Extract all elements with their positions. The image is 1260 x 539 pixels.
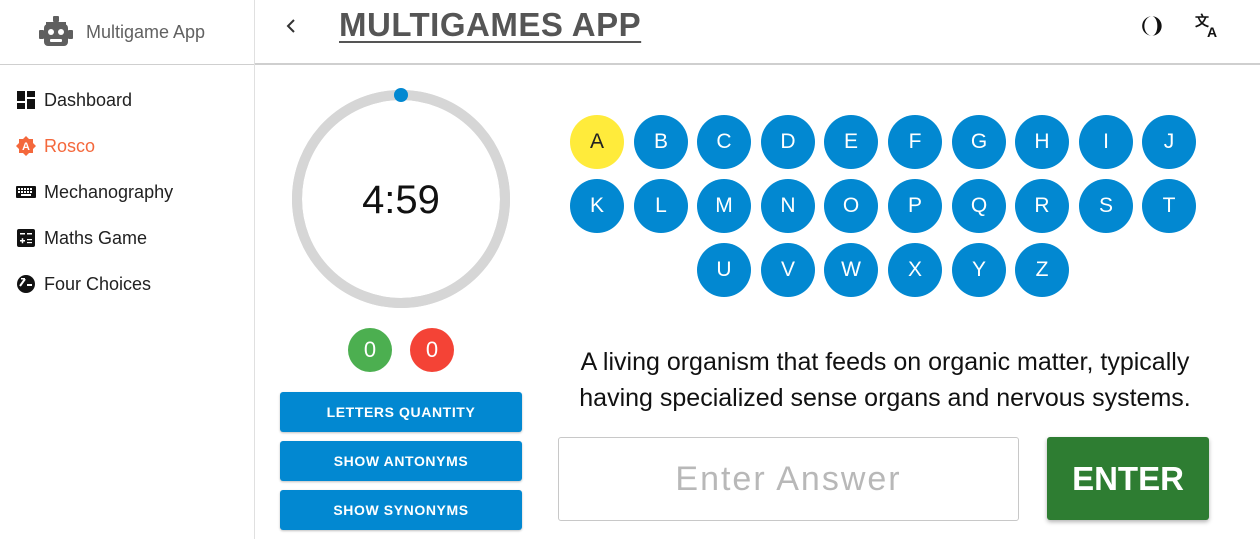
robot-logo-icon <box>39 16 73 46</box>
letter-m[interactable]: M <box>697 179 751 233</box>
sidebar-item-label: Four Choices <box>44 273 152 294</box>
letter-v[interactable]: V <box>761 243 815 297</box>
show-antonyms-button[interactable]: SHOW ANTONYMS <box>280 441 522 481</box>
letter-y[interactable]: Y <box>952 243 1006 297</box>
dark-mode-icon[interactable] <box>1140 13 1166 39</box>
letter-w[interactable]: W <box>824 243 878 297</box>
timer-knob <box>394 88 408 102</box>
letter-n[interactable]: N <box>761 179 815 233</box>
brand-name: Multigame App <box>86 21 206 42</box>
letter-o[interactable]: O <box>824 179 878 233</box>
rosco-icon: A <box>16 136 36 156</box>
sidebar-item-label: Mechanography <box>44 181 174 202</box>
letter-z[interactable]: Z <box>1015 243 1069 297</box>
correct-count-badge: 0 <box>348 328 392 372</box>
letter-a[interactable]: A <box>570 115 624 169</box>
letter-s[interactable]: S <box>1079 179 1133 233</box>
letter-p[interactable]: P <box>888 179 942 233</box>
letter-r[interactable]: R <box>1015 179 1069 233</box>
sidebar-nav: Dashboard A Rosco Mechanography Maths Ga… <box>0 65 254 307</box>
letter-g[interactable]: G <box>952 115 1006 169</box>
letter-t[interactable]: T <box>1142 179 1196 233</box>
letter-e[interactable]: E <box>824 115 878 169</box>
letter-h[interactable]: H <box>1015 115 1069 169</box>
svg-text:A: A <box>22 141 30 153</box>
sidebar-item-mechanography[interactable]: Mechanography <box>0 169 254 215</box>
sidebar-item-dashboard[interactable]: Dashboard <box>0 77 254 123</box>
svg-text:A: A <box>1207 24 1217 39</box>
wrong-count-badge: 0 <box>410 328 454 372</box>
letter-c[interactable]: C <box>697 115 751 169</box>
letter-l[interactable]: L <box>634 179 688 233</box>
page-title: MULTIGAMES APP <box>339 6 642 43</box>
show-synonyms-button[interactable]: SHOW SYNONYMS <box>280 490 522 530</box>
brand[interactable]: Multigame App <box>0 0 254 65</box>
timer-value: 4:59 <box>362 178 440 222</box>
letter-u[interactable]: U <box>697 243 751 297</box>
sidebar-item-label: Rosco <box>44 135 96 156</box>
letter-k[interactable]: K <box>570 179 624 233</box>
sidebar-item-label: Dashboard <box>44 89 133 110</box>
letter-d[interactable]: D <box>761 115 815 169</box>
letter-x[interactable]: X <box>888 243 942 297</box>
sidebar-item-label: Maths Game <box>44 227 148 248</box>
sidebar-item-maths-game[interactable]: Maths Game <box>0 215 254 261</box>
choices-icon <box>16 274 36 294</box>
letter-j[interactable]: J <box>1142 115 1196 169</box>
letter-q[interactable]: Q <box>952 179 1006 233</box>
answer-input[interactable] <box>558 437 1019 521</box>
top-bar: MULTIGAMES APP 文 A <box>255 0 1260 65</box>
definition-text: A living organism that feeds on organic … <box>579 348 1191 412</box>
sidebar-item-rosco[interactable]: A Rosco <box>0 123 254 169</box>
translate-icon[interactable]: 文 A <box>1195 13 1221 39</box>
back-chevron-icon[interactable] <box>279 14 303 38</box>
sidebar-item-four-choices[interactable]: Four Choices <box>0 261 254 307</box>
letter-b[interactable]: B <box>634 115 688 169</box>
letter-f[interactable]: F <box>888 115 942 169</box>
keyboard-icon <box>16 182 36 202</box>
enter-button[interactable]: ENTER <box>1047 437 1209 520</box>
calculator-icon <box>16 228 36 248</box>
letters-quantity-button[interactable]: LETTERS QUANTITY <box>280 392 522 432</box>
sidebar: Multigame App Dashboard A Rosco Mechanog… <box>0 0 255 539</box>
letter-i[interactable]: I <box>1079 115 1133 169</box>
dashboard-icon <box>16 90 36 110</box>
